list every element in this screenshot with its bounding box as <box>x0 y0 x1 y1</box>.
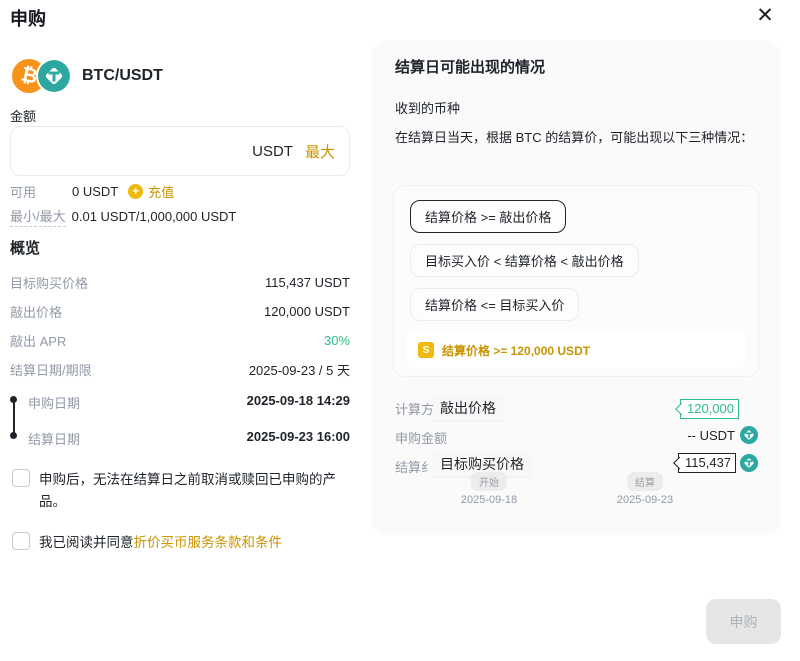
detail-label-settle: 结算纟 <box>395 457 434 476</box>
page-title: 申购 <box>10 5 46 31</box>
detail-value-amount: -- USDT <box>687 426 758 444</box>
settle-badge-icon: S <box>418 342 434 358</box>
chart-axis-start: 开始 2025-09-18 <box>434 472 544 506</box>
product-pair: ₿ BTC/USDT <box>12 58 163 94</box>
agreement-text-1: 申购后，无法在结算日之前取消或赎回已申购的产品。 <box>39 469 339 514</box>
detail-label-calc: 计算方 <box>395 399 434 418</box>
overview-row: 目标购买价格 115,437 USDT <box>10 273 350 292</box>
scenario-card: 结算价格 >= 敲出价格 目标买入价 < 结算价格 < 敲出价格 结算价格 <=… <box>393 185 759 377</box>
overview-title: 概览 <box>10 237 40 258</box>
available-label: 可用 <box>10 182 72 201</box>
agreement-row-1: 申购后，无法在结算日之前取消或赎回已申购的产品。 <box>12 469 339 514</box>
scenario-highlight-text: 结算价格 >= 120,000 USDT <box>442 342 590 359</box>
agreement-row-2: 我已阅读并同意折价买币服务条款和条件 <box>12 532 339 554</box>
available-row: 可用 0 USDT + 充值 <box>10 182 350 201</box>
overview-row-value: 120,000 USDT <box>264 304 350 319</box>
amount-value-text: -- USDT <box>687 428 735 443</box>
agreement-text-2: 我已阅读并同意折价买币服务条款和条件 <box>39 532 339 554</box>
received-currency-label: 收到的币种 <box>395 98 460 117</box>
scenario-highlight: S 结算价格 >= 120,000 USDT <box>406 332 746 368</box>
overview-row: 敲出价格 120,000 USDT <box>10 302 350 321</box>
detail-label-amount: 申购金额 <box>395 428 447 447</box>
chart-knockout-price-tag: 120,000 <box>680 399 739 419</box>
minmax-row: 最小/最大 0.01 USDT/1,000,000 USDT <box>10 206 350 227</box>
scenario-pill-knockout[interactable]: 结算价格 >= 敲出价格 <box>410 200 566 233</box>
amount-input-box: USDT 最大 <box>10 126 350 176</box>
axis-settle-pill: 结算 <box>627 472 663 491</box>
amount-label: 金额 <box>10 106 36 125</box>
pair-label: BTC/USDT <box>82 67 163 85</box>
usdt-icon <box>740 454 758 472</box>
overview-row-label: 敲出价格 <box>10 302 62 321</box>
axis-settle-date: 2025-09-23 <box>590 494 700 506</box>
overview-row-value: 2025-09-23 / 5 天 <box>249 360 350 379</box>
overview-row-label: 敲出 APR <box>10 331 66 350</box>
overview-row-label: 目标购买价格 <box>10 273 88 292</box>
axis-start-pill: 开始 <box>471 472 507 491</box>
overview-row-label: 结算日期/期限 <box>10 360 92 379</box>
terms-link[interactable]: 折价买币服务条款和条件 <box>134 535 283 550</box>
timeline-value: 2025-09-18 14:29 <box>247 393 350 412</box>
chart-target-price-tag: 115,437 <box>678 453 736 473</box>
deposit-plus-icon[interactable]: + <box>128 184 143 199</box>
usdt-icon <box>740 426 758 444</box>
timeline-label: 结算日期 <box>28 429 80 448</box>
agreement-checkbox-2[interactable] <box>12 532 30 550</box>
timeline-row: 结算日期 2025-09-23 16:00 <box>28 429 350 448</box>
available-value: 0 USDT <box>72 184 118 199</box>
subscribe-button[interactable]: 申购 <box>706 599 781 644</box>
timeline-dot <box>10 396 17 403</box>
timeline-dot <box>10 432 17 439</box>
panel-title: 结算日可能出现的情况 <box>395 56 545 77</box>
overview-row: 敲出 APR 30% <box>10 331 350 350</box>
timeline-line <box>13 399 15 435</box>
max-button[interactable]: 最大 <box>305 141 335 162</box>
timeline-row: 申购日期 2025-09-18 14:29 <box>28 393 350 412</box>
timeline-label: 申购日期 <box>28 393 80 412</box>
settlement-panel: 结算日可能出现的情况 收到的币种 在结算日当天，根据 BTC 的结算价，可能出现… <box>372 40 780 535</box>
overview-row: 结算日期/期限 2025-09-23 / 5 天 <box>10 360 350 379</box>
agreement-text-prefix: 我已阅读并同意 <box>39 535 134 550</box>
overview-row-value: 115,437 USDT <box>265 275 350 290</box>
subscription-dialog: 申购 ✕ ₿ BTC/USDT 金额 USDT 最大 可用 0 USDT + 充… <box>0 0 800 661</box>
axis-start-date: 2025-09-18 <box>434 494 544 506</box>
amount-currency: USDT <box>252 143 293 160</box>
minmax-value: 0.01 USDT/1,000,000 USDT <box>72 209 237 224</box>
timeline-value: 2025-09-23 16:00 <box>247 429 350 448</box>
close-icon[interactable]: ✕ <box>750 0 780 30</box>
scenario-pill-between[interactable]: 目标买入价 < 结算价格 < 敲出价格 <box>410 244 639 277</box>
panel-description: 在结算日当天，根据 BTC 的结算价，可能出现以下三种情况： <box>395 126 759 149</box>
scenario-pill-below-target[interactable]: 结算价格 <= 目标买入价 <box>410 288 579 321</box>
overview-row-value-apr: 30% <box>324 333 350 348</box>
minmax-label: 最小/最大 <box>10 206 66 227</box>
chart-axis-settle: 结算 2025-09-23 <box>590 472 700 506</box>
amount-input[interactable] <box>25 143 252 160</box>
agreement-checkbox-1[interactable] <box>12 469 30 487</box>
topup-link[interactable]: 充值 <box>148 182 174 201</box>
usdt-icon <box>36 58 72 94</box>
chart-knockout-label: 敲出价格 <box>434 396 502 420</box>
